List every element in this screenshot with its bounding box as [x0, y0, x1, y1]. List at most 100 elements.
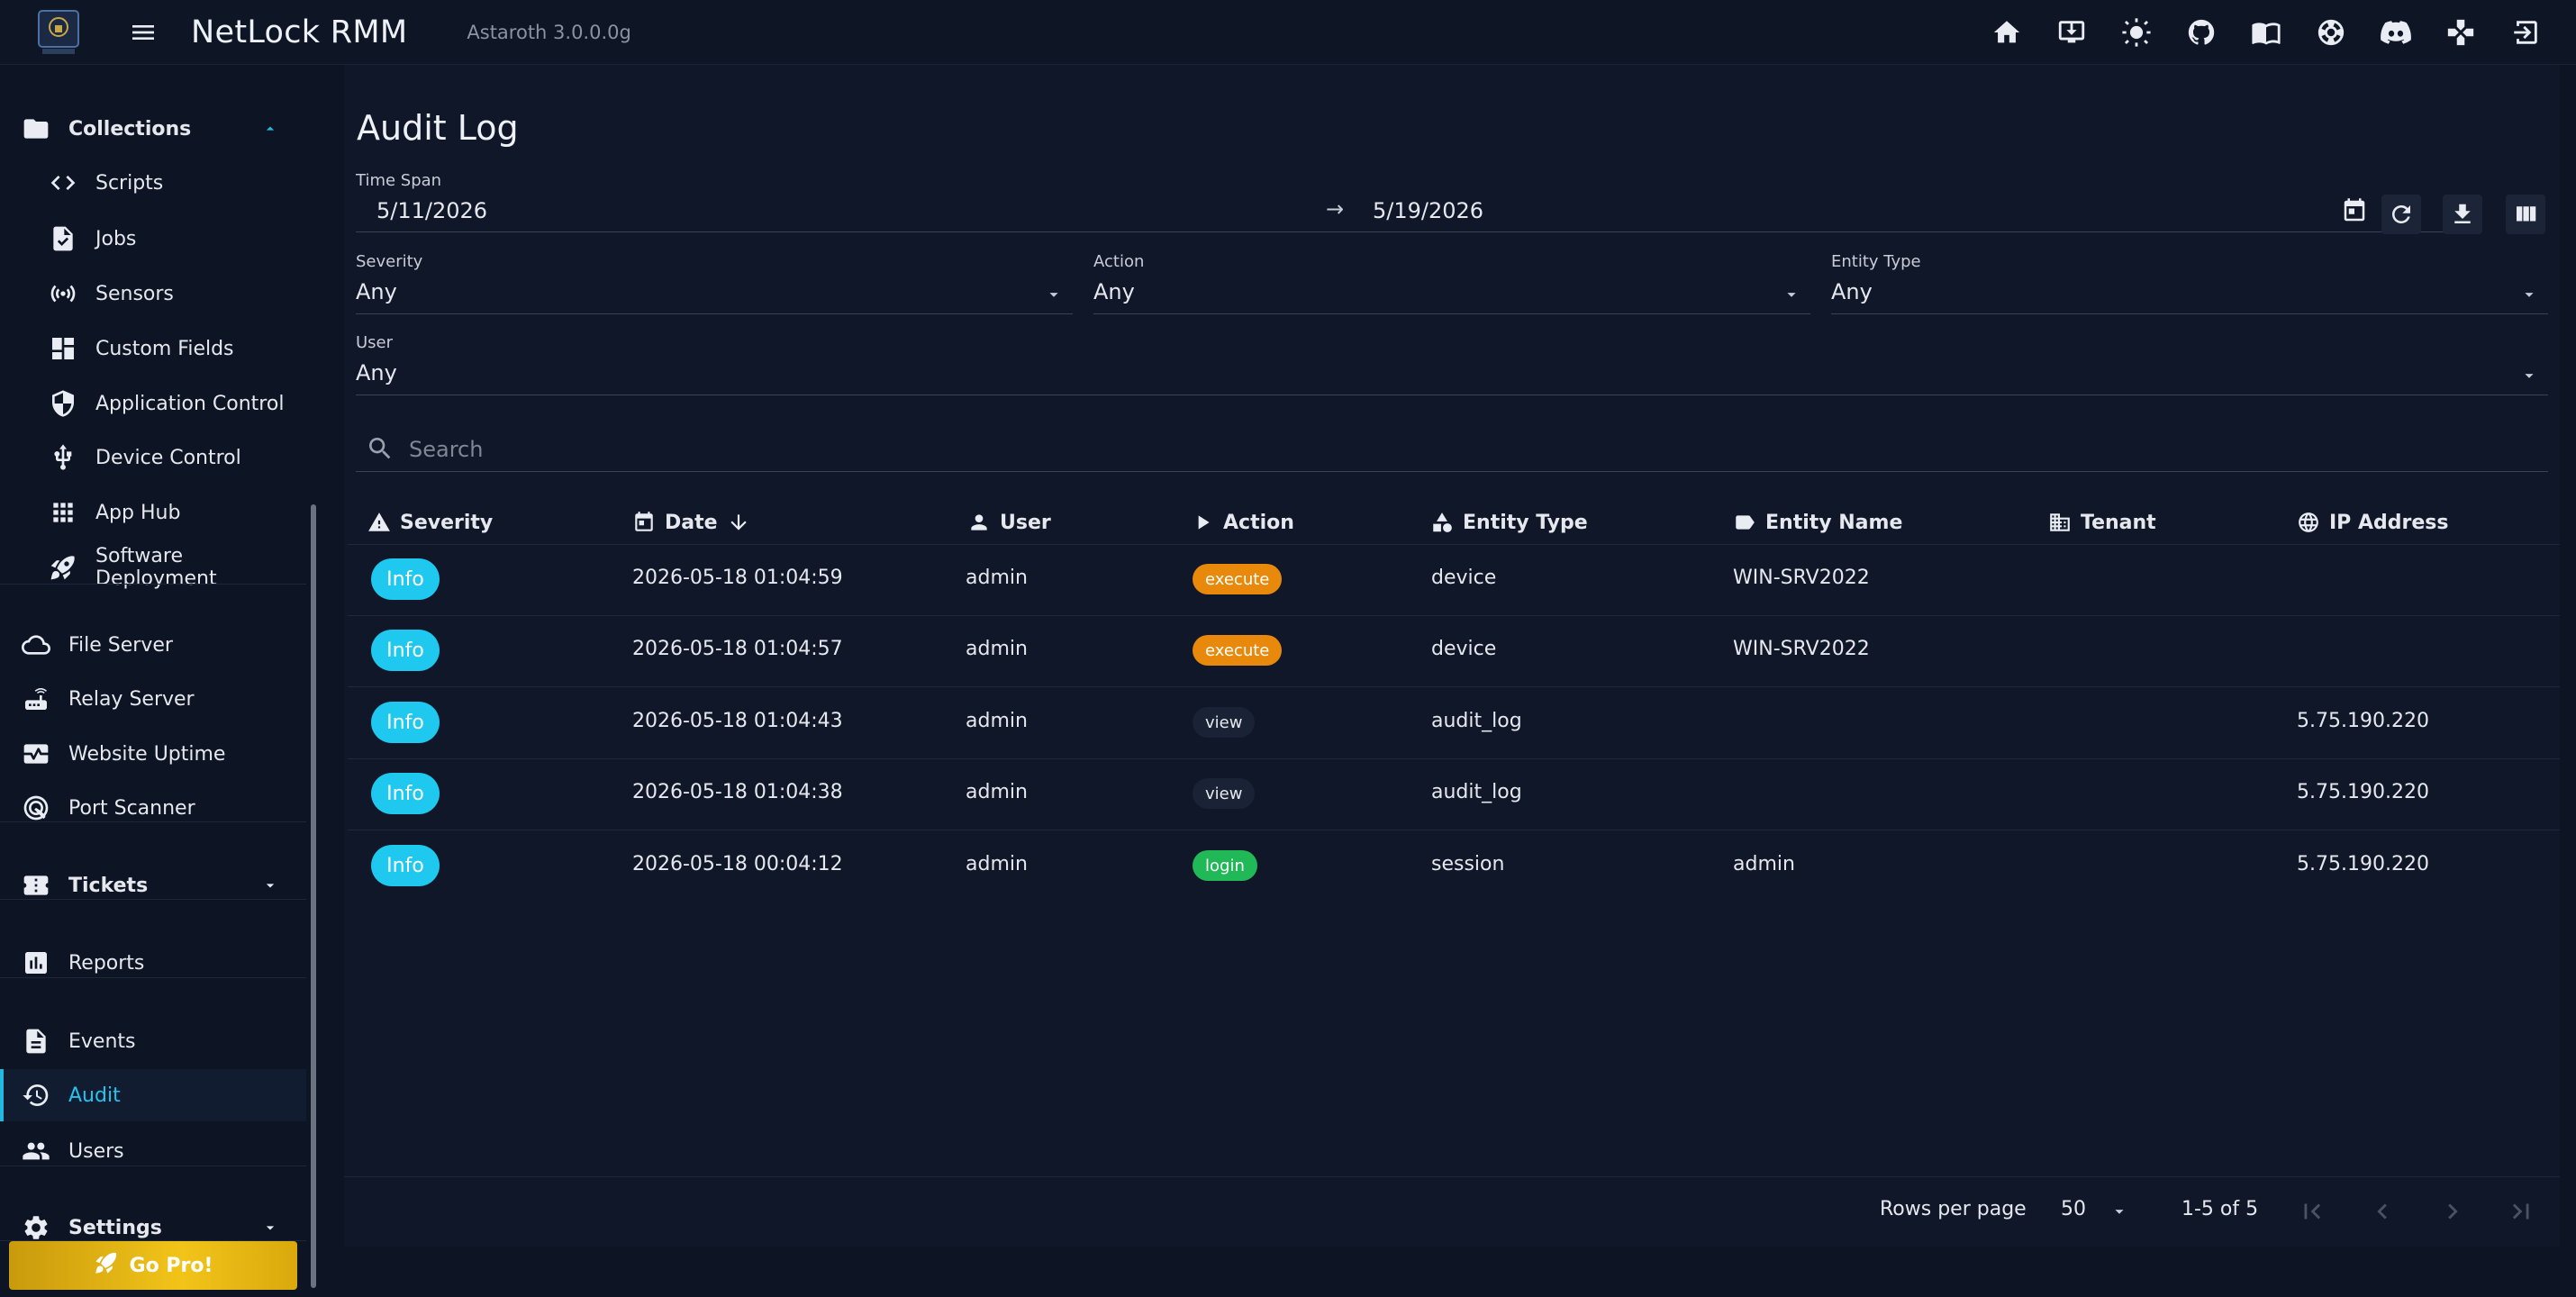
sidebar-item-jobs[interactable]: Jobs — [0, 213, 306, 265]
label-icon — [1736, 515, 1755, 530]
sidebar-item-label: Application Control — [95, 392, 285, 415]
search-input[interactable] — [409, 432, 2481, 467]
severity-badge: Info — [371, 558, 440, 600]
document-icon — [20, 1025, 52, 1057]
sidebar-item-custom-fields[interactable]: Custom Fields — [0, 322, 306, 375]
ip-cell: 5.75.190.220 — [2297, 853, 2429, 875]
netlock-logo — [32, 6, 85, 59]
gamepad-icon[interactable] — [2444, 16, 2477, 49]
page-title: Audit Log — [357, 108, 519, 148]
go-pro-button[interactable]: Go Pro! — [9, 1241, 297, 1290]
sidebar-item-label: Tickets — [68, 874, 149, 897]
ticket-icon — [20, 869, 52, 902]
sidebar-item-collections[interactable]: Collections — [0, 103, 306, 155]
gear-icon — [20, 1211, 52, 1244]
rows-per-page-label: Rows per page — [1880, 1198, 2027, 1220]
search-icon — [366, 434, 395, 463]
code-icon — [47, 167, 79, 199]
timespan-end-input[interactable]: 5/19/2026 — [1373, 198, 1483, 223]
sidebar-item-sensors[interactable]: Sensors — [0, 268, 306, 320]
chevron-down-icon[interactable] — [1782, 285, 1801, 304]
column-header-user[interactable]: User — [967, 497, 1051, 548]
sidebar-item-label: App Hub — [95, 501, 181, 524]
download-agent-icon[interactable] — [2055, 16, 2088, 49]
user-filter-select[interactable]: Any — [356, 360, 397, 385]
sidebar-item-file-server[interactable]: File Server — [0, 619, 306, 671]
timespan-arrow: → — [1326, 196, 1345, 222]
sidebar-item-application-control[interactable]: Application Control — [0, 377, 306, 430]
chevron-down-icon[interactable] — [2519, 366, 2539, 385]
refresh-icon[interactable] — [2381, 195, 2421, 234]
chevron-down-icon[interactable] — [2109, 1202, 2129, 1221]
sidebar-divider — [0, 584, 306, 585]
router-icon — [20, 683, 52, 715]
first-page-icon[interactable] — [2297, 1196, 2327, 1227]
app-version: Astaroth 3.0.0.0g — [467, 21, 631, 43]
sort-descending-icon[interactable] — [727, 511, 750, 534]
sidebar-item-relay-server[interactable]: Relay Server — [0, 673, 306, 725]
audit-log-panel: Audit Log Time Span 5/11/2026 → 5/19/202… — [344, 65, 2560, 1247]
export-download-icon[interactable] — [2443, 195, 2482, 234]
support-icon[interactable] — [2315, 16, 2347, 49]
entity-type-filter-select[interactable]: Any — [1831, 279, 1873, 304]
sidebar-item-scripts[interactable]: Scripts — [0, 157, 306, 209]
monitor-heart-icon — [20, 738, 52, 770]
chevron-up-icon — [261, 120, 279, 138]
github-icon[interactable] — [2185, 16, 2218, 49]
column-header-entity-type[interactable]: Entity Type — [1430, 497, 1588, 548]
calendar-icon[interactable] — [2335, 191, 2374, 231]
severity-filter-select[interactable]: Any — [356, 279, 397, 304]
chevron-down-icon[interactable] — [2519, 285, 2539, 304]
ip-cell: 5.75.190.220 — [2297, 710, 2429, 732]
chevron-down-icon[interactable] — [1044, 285, 1064, 304]
sidebar-item-events[interactable]: Events — [0, 1015, 306, 1067]
chart-icon — [20, 947, 52, 979]
apps-grid-icon — [47, 496, 79, 529]
sidebar-item-label: Jobs — [95, 227, 137, 250]
sidebar-item-label: File Server — [68, 633, 173, 657]
job-icon — [47, 222, 79, 255]
entity-type-cell: audit_log — [1431, 710, 1522, 732]
sidebar-item-users[interactable]: Users — [0, 1125, 306, 1177]
theme-light-icon[interactable] — [2120, 16, 2153, 49]
sidebar-item-website-uptime[interactable]: Website Uptime — [0, 728, 306, 780]
last-page-icon[interactable] — [2506, 1196, 2536, 1227]
menu-toggle-icon[interactable] — [128, 17, 159, 48]
sidebar-item-software-deployment[interactable]: Software Deployment — [0, 541, 306, 594]
date-cell: 2026-05-18 01:04:59 — [632, 567, 843, 589]
app-bar: NetLock RMM Astaroth 3.0.0.0g — [0, 0, 2576, 65]
sidebar-item-reports[interactable]: Reports — [0, 937, 306, 989]
column-header-severity[interactable]: Severity — [367, 497, 493, 548]
rows-per-page-select[interactable]: 50 — [2061, 1198, 2086, 1220]
sidebar-item-audit[interactable]: Audit — [0, 1069, 306, 1121]
person-icon — [971, 514, 987, 531]
sidebar-scrollbar-thumb[interactable] — [311, 504, 316, 1288]
entity-type-filter-label: Entity Type — [1831, 252, 1921, 271]
column-header-action[interactable]: Action — [1191, 497, 1294, 548]
sidebar-item-device-control[interactable]: Device Control — [0, 431, 306, 484]
sidebar-item-port-scanner[interactable]: Port Scanner — [0, 782, 306, 834]
column-settings-icon[interactable] — [2506, 195, 2545, 234]
action-chip: execute — [1193, 635, 1283, 666]
logout-icon[interactable] — [2509, 16, 2542, 49]
column-header-entity-name[interactable]: Entity Name — [1733, 497, 1902, 548]
sidebar-item-label: Settings — [68, 1216, 162, 1239]
discord-icon[interactable] — [2380, 16, 2412, 49]
action-filter-select[interactable]: Any — [1093, 279, 1135, 304]
date-cell: 2026-05-18 01:04:57 — [632, 638, 843, 660]
sidebar-item-tickets[interactable]: Tickets — [0, 859, 306, 912]
chevron-down-icon — [261, 1219, 279, 1237]
docs-book-icon[interactable] — [2250, 16, 2282, 49]
previous-page-icon[interactable] — [2367, 1196, 2398, 1227]
column-header-date[interactable]: Date — [632, 497, 750, 548]
column-header-tenant[interactable]: Tenant — [2048, 497, 2156, 548]
sidebar-divider — [0, 899, 306, 900]
sidebar-item-label: Relay Server — [68, 687, 195, 711]
next-page-icon[interactable] — [2437, 1196, 2468, 1227]
cloud-icon — [20, 629, 52, 661]
calendar-icon — [635, 512, 653, 531]
sidebar-item-app-hub[interactable]: App Hub — [0, 486, 306, 539]
home-icon[interactable] — [1991, 16, 2023, 49]
timespan-start-input[interactable]: 5/11/2026 — [376, 198, 487, 223]
column-header-ip-address[interactable]: IP Address — [2297, 497, 2448, 548]
